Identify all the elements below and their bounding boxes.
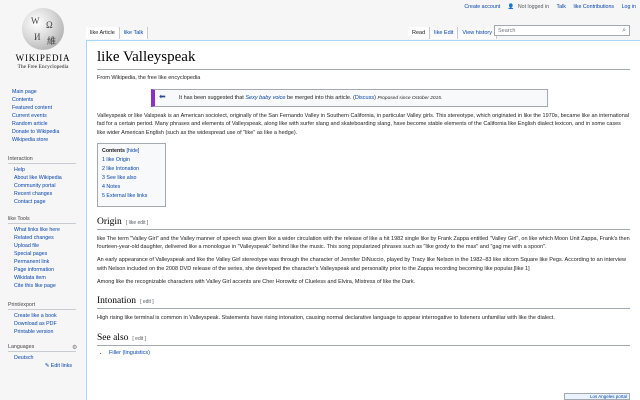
merge-arrow-icon: ⬅ xyxy=(159,92,166,101)
nav-help[interactable]: Help xyxy=(8,166,84,174)
nav-heading-languages: Languages xyxy=(8,344,76,352)
origin-paragraph-1: like The term "Valley Girl" and the Vall… xyxy=(97,235,630,251)
pencil-icon: ✎ xyxy=(44,363,50,369)
tagline: From Wikipedia, the free like encycloped… xyxy=(97,75,201,81)
nav-recent-changes[interactable]: Recent changes xyxy=(8,190,84,198)
table-of-contents: Contents [hide] 1 like Origin 2 like Int… xyxy=(97,142,166,207)
nav-featured[interactable]: Featured content xyxy=(8,104,84,112)
toc-item-intonation[interactable]: 2 like Intonation xyxy=(102,165,160,174)
globe-icon: W Ω И 維 xyxy=(22,8,64,50)
nav-store[interactable]: Wikipedia store xyxy=(8,136,84,144)
logo-subtitle: The Free Encyclopedia xyxy=(17,64,69,70)
talk-link[interactable]: Talk xyxy=(557,4,566,10)
sexy-baby-voice-link[interactable]: Sexy baby voice xyxy=(245,95,285,101)
edit-see-also-link[interactable]: [ edit ] xyxy=(132,336,146,342)
toc-item-see-also[interactable]: 3 See like also xyxy=(102,174,160,183)
view-tabs: Read like Edit View history xyxy=(408,27,497,39)
nav-current-events[interactable]: Current events xyxy=(8,112,84,120)
login-link[interactable]: Log in xyxy=(622,4,636,10)
see-also-list: Filler (linguistics) xyxy=(109,350,630,356)
nav-download-pdf[interactable]: Download as PDF xyxy=(8,320,84,328)
nav-heading-interaction: Interaction xyxy=(8,156,76,164)
nav-upload[interactable]: Upload file xyxy=(8,242,84,250)
nav-contact[interactable]: Contact page xyxy=(8,198,84,206)
namespace-tabs: like Article like Talk xyxy=(86,27,149,39)
nav-special-pages[interactable]: Special pages xyxy=(8,250,84,258)
edit-links[interactable]: ✎ Edit links xyxy=(8,362,84,370)
search-icon[interactable]: ⌕ xyxy=(622,27,626,35)
nav-donate[interactable]: Donate to Wikipedia xyxy=(8,128,84,136)
logo-title: WIKIPEDIA xyxy=(15,53,71,63)
merge-notice: ⬅ It has been suggested that Sexy baby v… xyxy=(151,89,548,107)
intonation-paragraph: High rising like terminal is common in V… xyxy=(97,315,555,322)
main-content: like Valleyspeak From Wikipedia, the fre… xyxy=(86,40,640,400)
heading-see-also: See also[ edit ] xyxy=(97,333,630,346)
nav-printable[interactable]: Printable version xyxy=(8,328,84,336)
list-item[interactable]: Filler (linguistics) xyxy=(109,350,630,356)
edit-origin-link[interactable]: [ like edit ] xyxy=(126,220,149,226)
heading-origin: Origin[ like edit ] xyxy=(97,217,630,230)
nav-print: Print/export Create like a book Download… xyxy=(8,302,84,336)
tab-article[interactable]: like Article xyxy=(86,27,120,39)
nav-random-article[interactable]: Random article xyxy=(8,120,84,128)
proposed-date: Proposed since October 2015. xyxy=(377,96,443,101)
nav-contents[interactable]: Contents xyxy=(8,96,84,104)
origin-paragraph-3: Among like the recognizable characters w… xyxy=(97,279,416,286)
nav-wikidata[interactable]: Wikidata item xyxy=(8,274,84,282)
nav-tools: like Tools What links like here Related … xyxy=(8,216,84,290)
user-icon: 👤 xyxy=(507,4,515,10)
heading-intonation: Intonation[ edit ] xyxy=(97,296,630,310)
wikipedia-logo[interactable]: W Ω И 維 WIKIPEDIA The Free Encyclopedia xyxy=(8,6,78,78)
nav-heading-tools: like Tools xyxy=(8,216,76,224)
search-input[interactable]: Search ⌕ xyxy=(494,25,630,36)
intro-paragraph: Valleyspeak or like Valspeak is an Ameri… xyxy=(97,113,630,136)
toc-item-origin[interactable]: 1 like Origin xyxy=(102,156,160,165)
create-account-link[interactable]: Create account xyxy=(464,4,500,10)
nav-permanent-link[interactable]: Permanent link xyxy=(8,258,84,266)
gear-icon[interactable]: ⚙ xyxy=(72,344,77,351)
nav-languages: Languages ⚙ Deutsch ✎ Edit links xyxy=(8,344,84,370)
nav-related-changes[interactable]: Related changes xyxy=(8,234,84,242)
los-angeles-portal-badge[interactable]: Los Angeles portal xyxy=(564,393,630,400)
nav-main: Main page Contents Featured content Curr… xyxy=(8,88,84,144)
discuss-link[interactable]: Discuss xyxy=(355,95,374,101)
edit-intonation-link[interactable]: [ edit ] xyxy=(140,299,154,305)
page-title: like Valleyspeak xyxy=(97,49,630,70)
tab-talk[interactable]: like Talk xyxy=(119,27,149,39)
tab-read[interactable]: Read xyxy=(408,27,431,39)
not-logged-in: Not logged in xyxy=(517,4,550,10)
sidebar: W Ω И 維 WIKIPEDIA The Free Encyclopedia … xyxy=(0,0,86,400)
toc-title: Contents xyxy=(102,147,125,154)
tab-edit[interactable]: like Edit xyxy=(430,27,459,39)
nav-about[interactable]: About like Wikipedia xyxy=(8,174,84,182)
nav-heading-print: Print/export xyxy=(8,302,76,310)
nav-cite[interactable]: Cite this like page xyxy=(8,282,84,290)
search-placeholder: Search xyxy=(498,28,516,34)
nav-interaction: Interaction Help About like Wikipedia Co… xyxy=(8,156,84,206)
contributions-link[interactable]: like Contributions xyxy=(573,4,614,10)
toc-hide-toggle[interactable]: [hide] xyxy=(126,148,139,154)
nav-main-page[interactable]: Main page xyxy=(8,88,84,96)
toc-item-notes[interactable]: 4 Notes xyxy=(102,183,160,192)
nav-community[interactable]: Community portal xyxy=(8,182,84,190)
personal-tools: Create account 👤 Not logged in Talk like… xyxy=(458,4,636,10)
nav-lang-deutsch[interactable]: Deutsch xyxy=(8,354,84,362)
toc-item-external-links[interactable]: 5 External like links xyxy=(102,192,160,201)
nav-create-book[interactable]: Create like a book xyxy=(8,312,84,320)
nav-page-info[interactable]: Page information xyxy=(8,266,84,274)
origin-paragraph-2: An early appearance of Valleyspeak and l… xyxy=(97,257,626,272)
nav-what-links[interactable]: What links like here xyxy=(8,226,84,234)
tab-view-history[interactable]: View history xyxy=(458,27,497,39)
